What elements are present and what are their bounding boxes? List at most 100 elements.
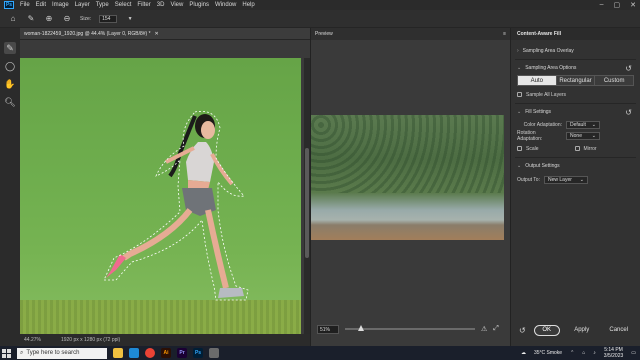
status-zoom[interactable]: 44.27%	[24, 337, 41, 343]
section-label: Sampling Area Options	[525, 65, 577, 71]
sampling-brush-icon[interactable]: ✎	[4, 42, 16, 54]
taskbar-search[interactable]: ⌕ Type here to search	[17, 347, 107, 359]
volume-icon[interactable]: ♪	[593, 350, 596, 356]
menu-type[interactable]: Type	[96, 2, 109, 8]
divider	[515, 157, 636, 158]
preview-header: Preview ≡	[311, 28, 510, 40]
dropdown-value: Default	[570, 121, 586, 128]
fit-view-icon[interactable]: ⤢	[493, 325, 499, 333]
photoshop-taskbar-icon[interactable]: Ps	[193, 348, 203, 358]
system-tray: ☁ 35°C Smoke ⌃ ⌂ ♪ 5:14 PM 3/5/2023 ▭	[521, 347, 636, 359]
menu-file[interactable]: File	[20, 2, 30, 8]
cancel-button[interactable]: Cancel	[604, 325, 634, 336]
color-adaptation-dropdown[interactable]: Default ⌄	[566, 120, 600, 129]
chevron-down-icon[interactable]: ▼	[125, 14, 135, 24]
size-input[interactable]: 154	[99, 14, 118, 23]
zoom-icon[interactable]: 🔍︎	[4, 96, 16, 108]
sample-all-layers-checkbox[interactable]	[517, 92, 522, 97]
windows-start-icon[interactable]	[2, 348, 11, 358]
menu-view[interactable]: View	[170, 2, 183, 8]
mirror-checkbox[interactable]	[574, 146, 580, 151]
mode-rectangular[interactable]: Rectangular	[556, 76, 596, 85]
menu-filter[interactable]: Filter	[137, 2, 150, 8]
apply-button[interactable]: Apply	[568, 325, 596, 336]
scrollbar-thumb[interactable]	[305, 148, 309, 258]
status-info: 1920 px x 1280 px (72 ppi)	[60, 337, 121, 343]
notification-icon[interactable]: ▭	[631, 350, 636, 356]
section-sampling-options[interactable]: ⌄ Sampling Area Options ↺	[511, 63, 640, 73]
rotation-adaptation-dropdown[interactable]: None ⌄	[566, 131, 600, 140]
output-to-dropdown[interactable]: New Layer ⌄	[543, 175, 588, 184]
taskbar: ⌕ Type here to search Ai Pr Ps ☁ 35°C Sm…	[0, 346, 640, 360]
sample-all-layers-row[interactable]: Sample All Layers	[511, 89, 640, 100]
menu-image[interactable]: Image	[52, 2, 69, 8]
subtract-from-selection-icon[interactable]: ⊖	[62, 14, 72, 24]
rotation-adaptation-row: Rotation Adaptation: None ⌄	[511, 129, 640, 142]
section-output-settings[interactable]: ⌄ Output Settings	[511, 161, 640, 171]
menu-bar: Ps File Edit Image Layer Type Select Fil…	[0, 0, 640, 10]
dropdown-value: None	[570, 132, 582, 139]
preview-panel: Preview ≡ 51% ⚠ ⤢	[310, 28, 510, 346]
illustrator-icon[interactable]: Ai	[161, 348, 171, 358]
tools-panel: ✎ ◯ ✋ 🔍︎	[0, 28, 20, 346]
preview-zoom-input[interactable]: 51%	[317, 324, 339, 334]
brush-tool-icon[interactable]: ✎	[26, 14, 36, 24]
menu-layer[interactable]: Layer	[75, 2, 90, 8]
edge-icon[interactable]	[129, 348, 139, 358]
premiere-icon[interactable]: Pr	[177, 348, 187, 358]
home-icon[interactable]: ⌂	[8, 14, 18, 24]
menu-plugins[interactable]: Plugins	[189, 2, 209, 8]
scale-label: Scale	[526, 145, 539, 152]
rotation-adaptation-label: Rotation Adaptation:	[517, 129, 543, 142]
lasso-icon[interactable]: ◯	[4, 60, 16, 72]
hand-icon[interactable]: ✋	[4, 78, 16, 90]
chevron-down-icon: ⌄	[591, 132, 596, 139]
add-to-selection-icon[interactable]: ⊕	[44, 14, 54, 24]
chevron-down-icon: ⌄	[579, 176, 584, 183]
close-icon[interactable]: ✕	[630, 1, 636, 9]
search-placeholder: Type here to search	[26, 350, 80, 356]
chevron-up-icon[interactable]: ⌃	[570, 350, 574, 356]
menu-window[interactable]: Window	[215, 2, 236, 8]
mode-custom[interactable]: Custom	[595, 76, 634, 85]
content-aware-fill-panel: Content-Aware Fill › Sampling Area Overl…	[510, 28, 640, 346]
ok-button[interactable]: OK	[533, 324, 560, 336]
section-sampling-overlay[interactable]: › Sampling Area Overlay	[511, 46, 640, 56]
menu-edit[interactable]: Edit	[36, 2, 46, 8]
weather-text[interactable]: 35°C Smoke	[534, 350, 562, 356]
chevron-down-icon: ⌄	[591, 121, 596, 128]
menu-select[interactable]: Select	[115, 2, 132, 8]
app-icon[interactable]	[209, 348, 219, 358]
size-label: Size:	[80, 15, 92, 22]
canvas-area[interactable]	[20, 40, 310, 334]
section-label: Sampling Area Overlay	[522, 48, 574, 54]
network-icon[interactable]: ⌂	[582, 350, 585, 356]
slider-knob[interactable]	[358, 325, 364, 331]
reset-icon[interactable]: ↺	[625, 64, 632, 73]
output-to-label: Output To:	[517, 176, 540, 183]
file-explorer-icon[interactable]	[113, 348, 123, 358]
preview-image[interactable]	[311, 115, 504, 240]
document-image[interactable]	[20, 58, 301, 334]
scale-mirror-row: Scale Mirror	[511, 143, 640, 154]
panel-menu-icon[interactable]: ≡	[503, 31, 506, 37]
preview-footer: 51% ⚠ ⤢	[311, 322, 511, 336]
preview-zoom-slider[interactable]	[345, 325, 475, 331]
section-fill-settings[interactable]: ⌄ Fill Settings ↺	[511, 107, 640, 117]
reset-all-icon[interactable]: ↺	[519, 326, 526, 335]
close-tab-icon[interactable]: ✕	[155, 31, 159, 37]
sampling-mode-selector: Auto Rectangular Custom	[517, 75, 634, 86]
clock[interactable]: 5:14 PM 3/5/2023	[604, 347, 623, 359]
reset-icon[interactable]: ↺	[625, 108, 632, 117]
mode-auto[interactable]: Auto	[518, 76, 557, 85]
document-tab[interactable]: woman-1822459_1920.jpg @ 44.4% (Layer 0,…	[20, 28, 310, 40]
chevron-right-icon: ›	[517, 48, 519, 54]
maximize-icon[interactable]: ▢	[614, 1, 621, 9]
color-adaptation-label: Color Adaptation:	[523, 121, 562, 128]
minimize-icon[interactable]: –	[600, 1, 604, 9]
chrome-icon[interactable]	[145, 348, 155, 358]
menu-help[interactable]: Help	[242, 2, 254, 8]
divider	[515, 59, 636, 60]
menu-3d[interactable]: 3D	[157, 2, 165, 8]
scale-checkbox[interactable]	[517, 146, 522, 151]
